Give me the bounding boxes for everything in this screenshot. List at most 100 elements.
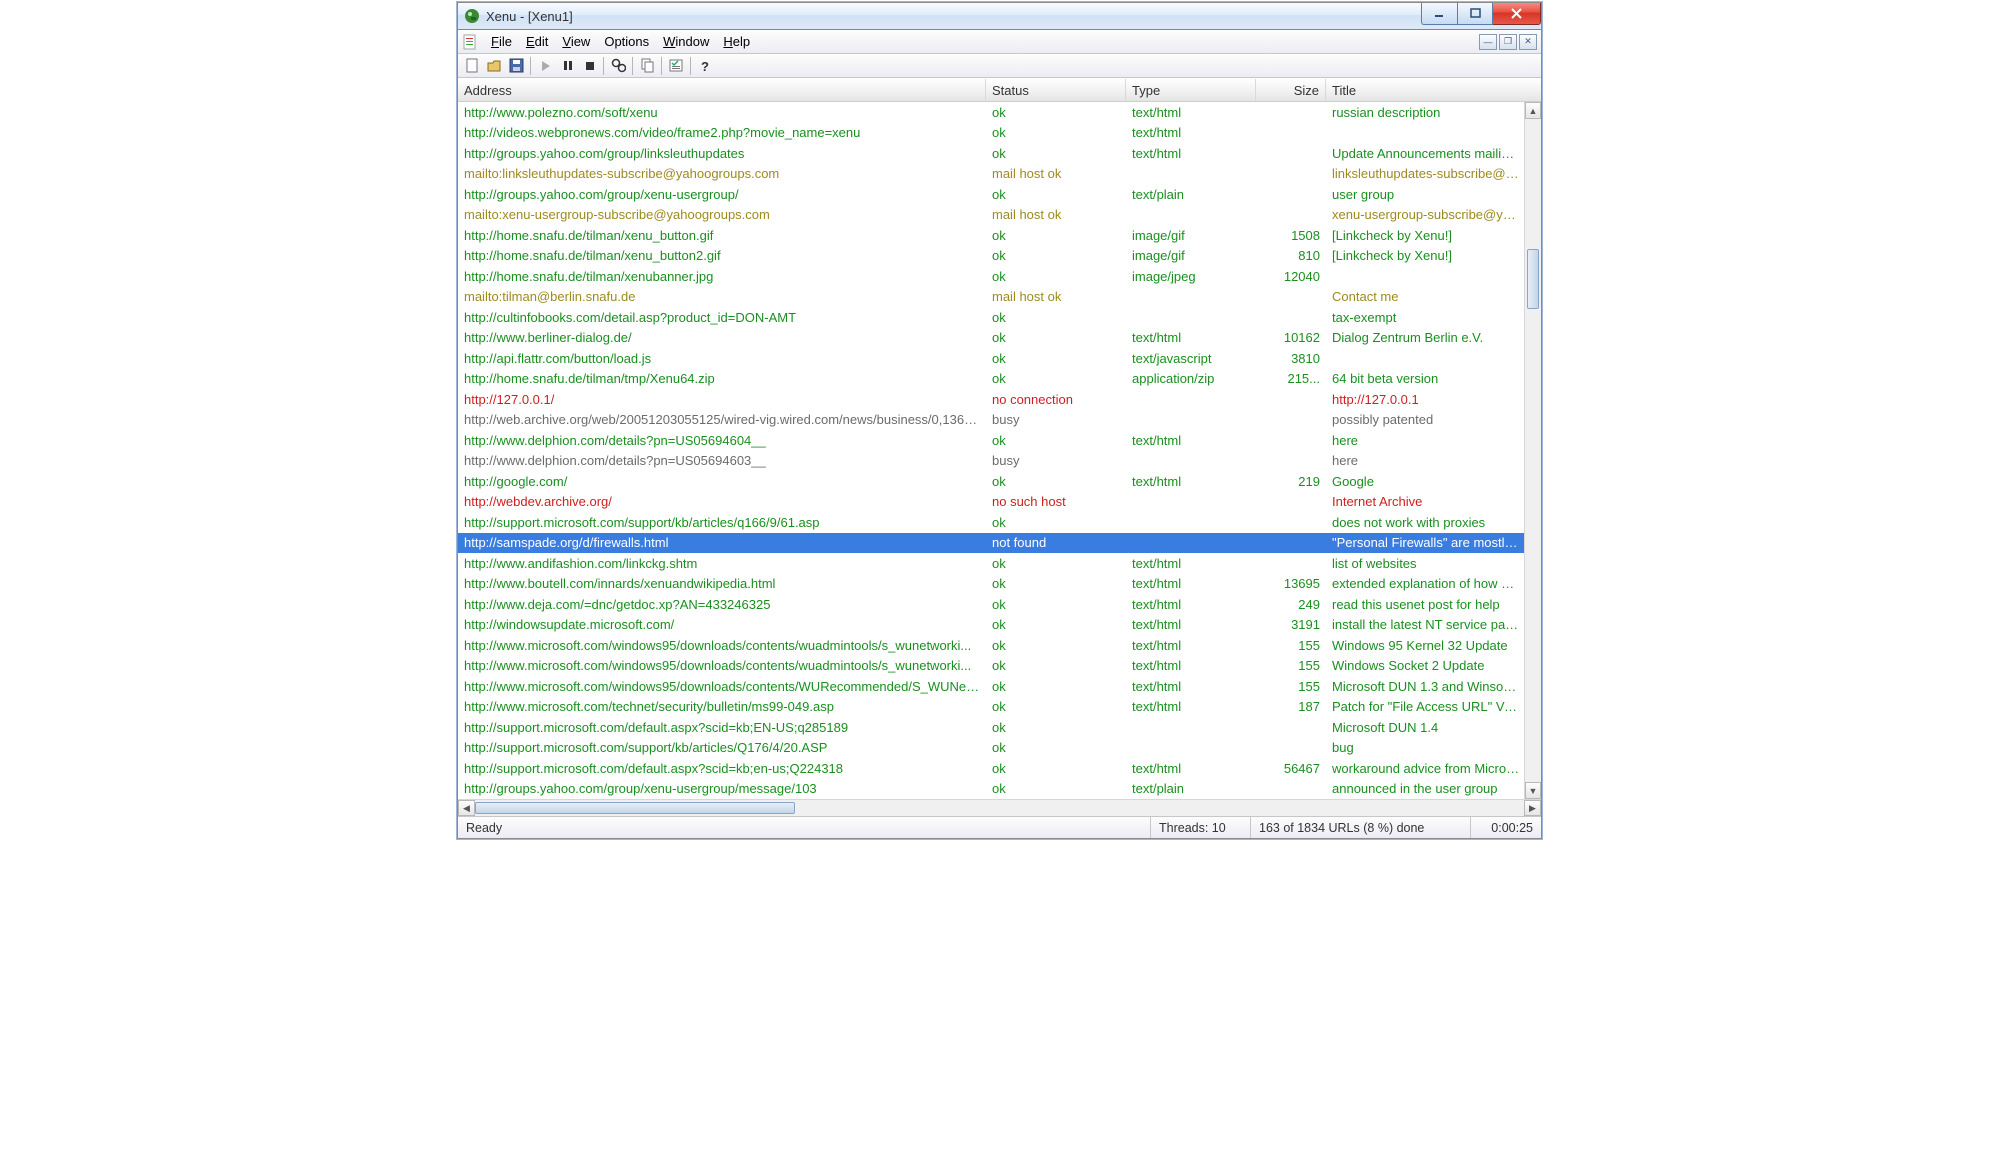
scroll-track[interactable] [1525, 119, 1541, 782]
menu-view[interactable]: View [555, 32, 597, 51]
col-type[interactable]: Type [1126, 79, 1256, 101]
cell-size: 249 [1256, 597, 1326, 612]
open-icon[interactable] [484, 56, 504, 76]
pause-icon[interactable] [557, 56, 577, 76]
table-row[interactable]: http://support.microsoft.com/default.asp… [458, 717, 1541, 738]
table-row[interactable]: mailto:linksleuthupdates-subscribe@yahoo… [458, 164, 1541, 185]
col-address[interactable]: Address [458, 79, 986, 101]
save-icon[interactable] [506, 56, 526, 76]
cell-status: ok [986, 474, 1126, 489]
table-row[interactable]: http://www.microsoft.com/windows95/downl… [458, 676, 1541, 697]
copy-icon[interactable] [637, 56, 657, 76]
cell-title: user group [1326, 187, 1526, 202]
cell-title: possibly patented [1326, 412, 1526, 427]
mdi-close-button[interactable]: ✕ [1519, 34, 1537, 50]
table-row[interactable]: http://groups.yahoo.com/group/linksleuth… [458, 143, 1541, 164]
table-row[interactable]: http://samspade.org/d/firewalls.htmlnot … [458, 533, 1541, 554]
table-row[interactable]: http://127.0.0.1/no connectionhttp://127… [458, 389, 1541, 410]
cell-type: text/plain [1126, 781, 1256, 796]
table-row[interactable]: http://www.delphion.com/details?pn=US056… [458, 430, 1541, 451]
cell-address: http://groups.yahoo.com/group/xenu-userg… [458, 781, 986, 796]
properties-icon[interactable] [666, 56, 686, 76]
table-row[interactable]: http://www.deja.com/=dnc/getdoc.xp?AN=43… [458, 594, 1541, 615]
horizontal-scrollbar[interactable]: ◀ ▶ [458, 799, 1541, 816]
scroll-up-icon[interactable]: ▲ [1525, 102, 1541, 119]
cell-address: http://samspade.org/d/firewalls.html [458, 535, 986, 550]
cell-address: http://127.0.0.1/ [458, 392, 986, 407]
table-row[interactable]: http://support.microsoft.com/support/kb/… [458, 738, 1541, 759]
mdi-minimize-button[interactable]: — [1479, 34, 1497, 50]
stop-icon[interactable] [579, 56, 599, 76]
table-row[interactable]: http://groups.yahoo.com/group/xenu-userg… [458, 779, 1541, 800]
status-bar: Ready Threads: 10 163 of 1834 URLs (8 %)… [458, 816, 1541, 838]
col-size[interactable]: Size [1256, 79, 1326, 101]
scroll-track[interactable] [475, 800, 1524, 816]
column-header: Address Status Type Size Title [458, 78, 1541, 102]
cell-title: list of websites [1326, 556, 1526, 571]
mdi-restore-button[interactable]: ❐ [1499, 34, 1517, 50]
minimize-button[interactable] [1421, 3, 1457, 25]
play-icon[interactable] [535, 56, 555, 76]
table-row[interactable]: http://support.microsoft.com/default.asp… [458, 758, 1541, 779]
table-row[interactable]: mailto:tilman@berlin.snafu.demail host o… [458, 287, 1541, 308]
cell-address: http://cultinfobooks.com/detail.asp?prod… [458, 310, 986, 325]
table-row[interactable]: http://api.flattr.com/button/load.jsokte… [458, 348, 1541, 369]
scroll-right-icon[interactable]: ▶ [1524, 800, 1541, 816]
cell-status: mail host ok [986, 166, 1126, 181]
table-row[interactable]: http://home.snafu.de/tilman/xenubanner.j… [458, 266, 1541, 287]
col-title[interactable]: Title [1326, 79, 1526, 101]
scroll-down-icon[interactable]: ▼ [1525, 782, 1541, 799]
table-row[interactable]: http://web.archive.org/web/2005120305512… [458, 410, 1541, 431]
cell-status: ok [986, 310, 1126, 325]
close-button[interactable] [1493, 3, 1541, 25]
table-row[interactable]: http://videos.webpronews.com/video/frame… [458, 123, 1541, 144]
table-row[interactable]: http://google.com/oktext/html219Google [458, 471, 1541, 492]
table-row[interactable]: http://support.microsoft.com/support/kb/… [458, 512, 1541, 533]
menu-options[interactable]: Options [597, 32, 656, 51]
cell-type: text/html [1126, 125, 1256, 140]
table-row[interactable]: http://www.berliner-dialog.de/oktext/htm… [458, 328, 1541, 349]
cell-address: mailto:xenu-usergroup-subscribe@yahoogro… [458, 207, 986, 222]
scroll-thumb[interactable] [475, 802, 795, 814]
menu-help[interactable]: Help [716, 32, 757, 51]
cell-status: ok [986, 125, 1126, 140]
cell-address: http://google.com/ [458, 474, 986, 489]
table-row[interactable]: http://webdev.archive.org/no such hostIn… [458, 492, 1541, 513]
table-row[interactable]: http://www.polezno.com/soft/xenuoktext/h… [458, 102, 1541, 123]
table-row[interactable]: http://www.microsoft.com/windows95/downl… [458, 656, 1541, 677]
help-icon[interactable]: ? [695, 56, 715, 76]
cell-type: text/html [1126, 146, 1256, 161]
table-row[interactable]: http://www.andifashion.com/linkckg.shtmo… [458, 553, 1541, 574]
cell-status: ok [986, 371, 1126, 386]
cell-address: http://videos.webpronews.com/video/frame… [458, 125, 986, 140]
cell-type: text/html [1126, 638, 1256, 653]
table-row[interactable]: http://windowsupdate.microsoft.com/oktex… [458, 615, 1541, 636]
menu-file[interactable]: File [484, 32, 519, 51]
table-row[interactable]: http://www.delphion.com/details?pn=US056… [458, 451, 1541, 472]
table-row[interactable]: http://www.boutell.com/innards/xenuandwi… [458, 574, 1541, 595]
table-row[interactable]: http://www.microsoft.com/technet/securit… [458, 697, 1541, 718]
maximize-button[interactable] [1457, 3, 1493, 25]
find-icon[interactable] [608, 56, 628, 76]
col-status[interactable]: Status [986, 79, 1126, 101]
table-row[interactable]: http://groups.yahoo.com/group/xenu-userg… [458, 184, 1541, 205]
cell-title: workaround advice from Microsoft [1326, 761, 1526, 776]
vertical-scrollbar[interactable]: ▲ ▼ [1524, 102, 1541, 799]
menu-window[interactable]: Window [656, 32, 716, 51]
scroll-left-icon[interactable]: ◀ [458, 800, 475, 816]
table-row[interactable]: mailto:xenu-usergroup-subscribe@yahoogro… [458, 205, 1541, 226]
scroll-thumb[interactable] [1527, 249, 1539, 309]
menu-edit[interactable]: Edit [519, 32, 555, 51]
mdi-buttons: — ❐ ✕ [1477, 34, 1537, 50]
svg-text:?: ? [701, 59, 709, 73]
cell-type: image/jpeg [1126, 269, 1256, 284]
toolbar-separator [530, 57, 531, 75]
table-row[interactable]: http://home.snafu.de/tilman/xenu_button2… [458, 246, 1541, 267]
cell-address: http://www.delphion.com/details?pn=US056… [458, 433, 986, 448]
cell-address: http://api.flattr.com/button/load.js [458, 351, 986, 366]
table-row[interactable]: http://www.microsoft.com/windows95/downl… [458, 635, 1541, 656]
table-row[interactable]: http://home.snafu.de/tilman/xenu_button.… [458, 225, 1541, 246]
new-icon[interactable] [462, 56, 482, 76]
table-row[interactable]: http://home.snafu.de/tilman/tmp/Xenu64.z… [458, 369, 1541, 390]
table-row[interactable]: http://cultinfobooks.com/detail.asp?prod… [458, 307, 1541, 328]
